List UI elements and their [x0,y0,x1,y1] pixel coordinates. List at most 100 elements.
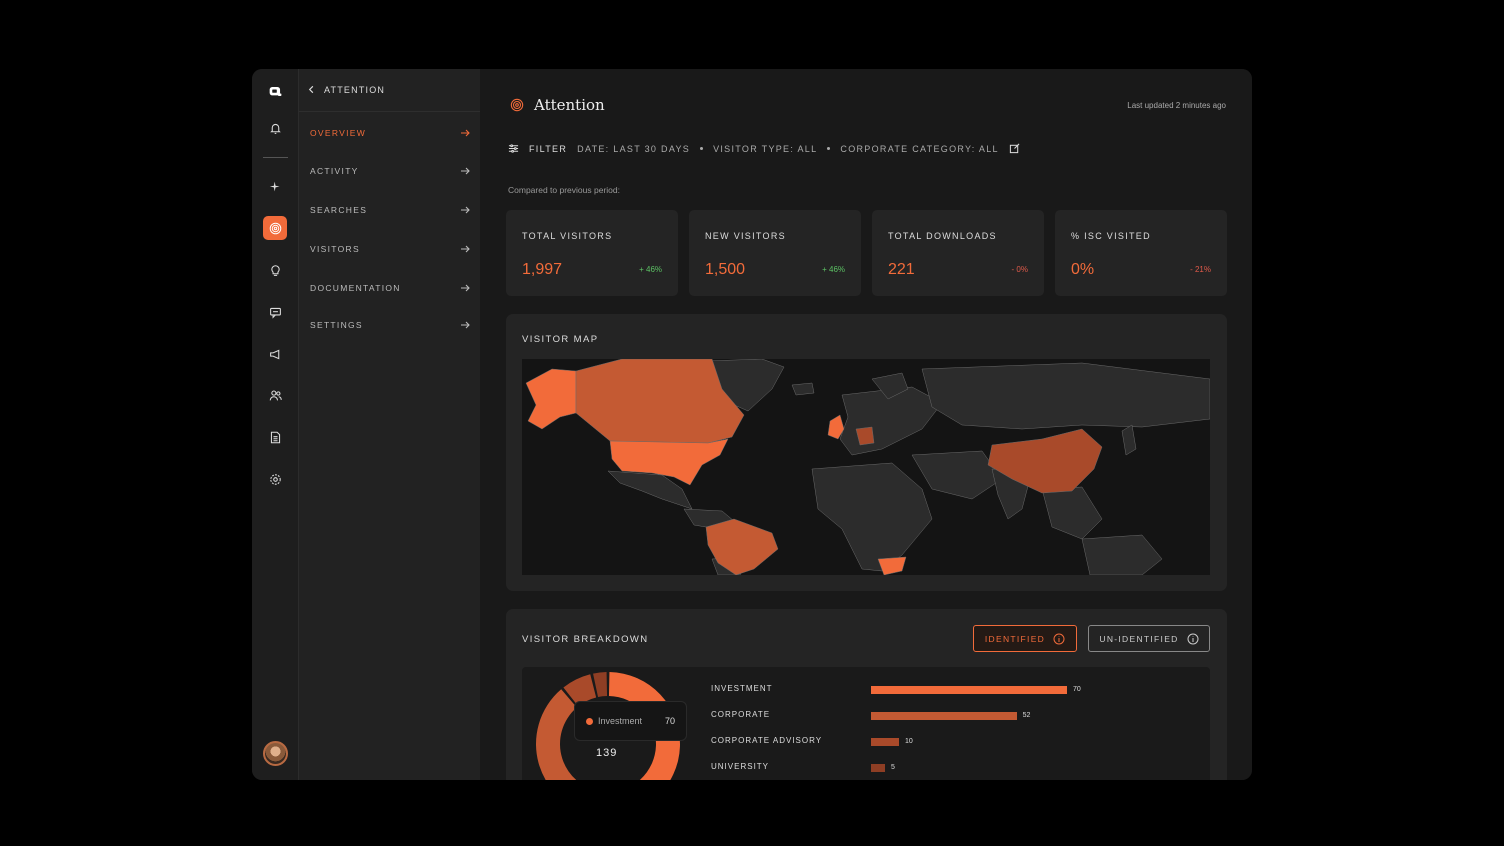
arrow-right-icon [461,284,470,292]
stat-value: 0% [1071,261,1095,278]
row-value: 52 [1022,712,1031,719]
visitor-breakdown-panel: VISITOR BREAKDOWN IDENTIFIED UN-IDENTIFI… [506,609,1227,780]
info-icon[interactable] [1053,633,1065,645]
filter-corporate-category[interactable]: CORPORATE CATEGORY: ALL [840,144,998,154]
sparkle-icon[interactable] [263,174,287,198]
icon-rail [252,69,299,780]
target-icon [510,98,524,112]
donut-tooltip: Investment 70 [574,701,687,741]
map-country-iceland [791,382,815,396]
submenu-item-documentation[interactable]: DOCUMENTATION [310,280,470,296]
filter-separator [827,147,831,150]
breakdown-chart-area: Investment 70 139 INVESTMENT 70 CORPORAT… [522,667,1210,780]
tooltip-label: Investment [598,716,643,726]
stat-label: NEW VISITORS [705,231,786,241]
stat-card-total-downloads: TOTAL DOWNLOADS 221 - 0% [872,210,1044,296]
bell-icon[interactable] [263,116,287,140]
map-region-africa [811,462,933,572]
row-value: 10 [905,738,913,745]
map-country-australia [1081,534,1163,575]
stat-value: 221 [888,261,915,278]
compared-note: Compared to previous period: [508,185,620,195]
identified-toggle[interactable]: IDENTIFIED [973,625,1077,652]
submenu-item-searches[interactable]: SEARCHES [310,202,470,218]
chat-icon[interactable] [263,300,287,324]
gear-icon[interactable] [263,467,287,491]
filter-separator [700,147,704,150]
stat-value: 1,500 [705,261,746,278]
arrow-right-icon [461,245,470,253]
section-submenu: ATTENTION OVERVIEW ACTIVITY SEARCHES VIS… [299,69,480,780]
stats-cards: TOTAL VISITORS 1,997 + 46% NEW VISITORS … [506,210,1227,296]
map-country-japan [1121,424,1137,456]
stat-change: - 0% [1011,265,1028,274]
arrow-right-icon [461,129,470,137]
world-map[interactable] [522,359,1210,575]
avatar[interactable] [263,741,288,766]
row-bar[interactable] [871,686,1067,694]
submenu-title: ATTENTION [324,85,386,95]
arrow-right-icon [461,167,470,175]
tooltip-value: 70 [664,716,675,726]
lightbulb-icon[interactable] [263,258,287,282]
submenu-item-overview[interactable]: OVERVIEW [310,125,470,141]
breakdown-row-corporate-advisory: CORPORATE ADVISORY 10 [711,736,1191,748]
stat-change: - 21% [1190,265,1211,274]
stat-card-total-visitors: TOTAL VISITORS 1,997 + 46% [506,210,678,296]
map-country-russia [921,362,1210,430]
page-header: Attention [510,96,605,114]
map-country-south-africa [877,556,907,575]
sliders-icon[interactable] [508,143,519,154]
donut-total: 139 [596,747,618,759]
submenu-header[interactable]: ATTENTION [299,69,480,112]
row-value: 70 [1073,686,1081,693]
world-map-svg [525,359,1210,575]
visitor-map-title: VISITOR MAP [522,334,599,345]
main-content: Attention Last updated 2 minutes ago FIL… [480,69,1252,780]
filter-bar: FILTER DATE: LAST 30 DAYS VISITOR TYPE: … [508,143,1020,154]
row-label: UNIVERSITY [711,762,770,771]
users-icon[interactable] [263,383,287,407]
logo-icon[interactable] [263,79,287,103]
stat-card-new-visitors: NEW VISITORS 1,500 + 46% [689,210,861,296]
map-region-southeast-asia [1041,486,1103,540]
page-title: Attention [534,96,605,114]
submenu-item-settings[interactable]: SETTINGS [310,317,470,333]
arrow-right-icon [461,321,470,329]
submenu-item-visitors[interactable]: VISITORS [310,241,470,257]
row-label: CORPORATE ADVISORY [711,736,823,745]
stat-value: 1,997 [522,261,563,278]
visitor-breakdown-title: VISITOR BREAKDOWN [522,634,649,645]
visitor-map-panel: VISITOR MAP [506,314,1227,591]
edit-icon[interactable] [1009,143,1020,154]
stat-card-isc-visited: % ISC VISITED 0% - 21% [1055,210,1227,296]
stat-label: TOTAL VISITORS [522,231,613,241]
map-region-middle-east [911,450,1003,500]
megaphone-icon[interactable] [263,342,287,366]
row-value: 5 [891,764,895,771]
arrow-right-icon [461,206,470,214]
stat-label: % ISC VISITED [1071,231,1151,241]
target-icon[interactable] [263,216,287,240]
last-updated: Last updated 2 minutes ago [1127,101,1226,110]
row-bar[interactable] [871,738,899,746]
breakdown-row-corporate: CORPORATE 52 [711,710,1191,722]
document-icon[interactable] [263,425,287,449]
submenu-item-activity[interactable]: ACTIVITY [310,163,470,179]
filter-date[interactable]: DATE: LAST 30 DAYS [577,144,690,154]
donut-slice-university[interactable] [593,672,608,698]
breakdown-row-university: UNIVERSITY 5 [711,762,1191,774]
app-window: ATTENTION OVERVIEW ACTIVITY SEARCHES VIS… [252,69,1252,780]
stat-label: TOTAL DOWNLOADS [888,231,997,241]
row-bar[interactable] [871,764,885,772]
row-bar[interactable] [871,712,1017,720]
chevron-left-icon[interactable] [307,81,316,99]
row-label: CORPORATE [711,710,771,719]
filter-label[interactable]: FILTER [529,144,567,154]
unidentified-toggle[interactable]: UN-IDENTIFIED [1088,625,1210,652]
info-icon[interactable] [1187,633,1199,645]
filter-visitor-type[interactable]: VISITOR TYPE: ALL [713,144,817,154]
breakdown-row-investment: INVESTMENT 70 [711,684,1191,696]
legend-dot [586,718,593,725]
stat-change: + 46% [822,265,845,274]
